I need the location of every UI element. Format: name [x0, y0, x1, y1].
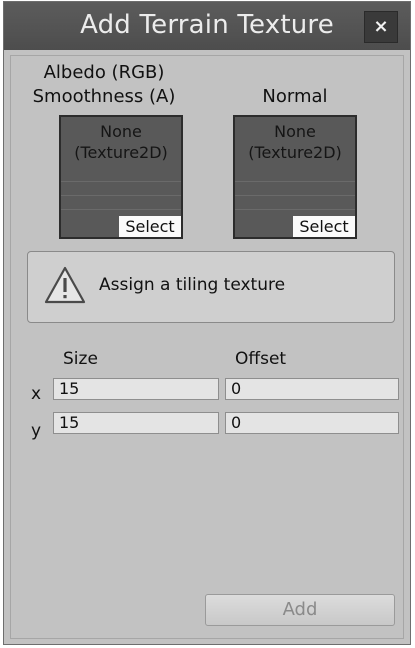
help-box: Assign a tiling texture: [27, 251, 395, 323]
albedo-label: Albedo (RGB) Smoothness (A): [29, 61, 179, 109]
normal-label: Normal: [262, 86, 328, 107]
title-bar[interactable]: Add Terrain Texture ×: [4, 2, 410, 50]
slot-shade-line: [61, 209, 181, 210]
slot-shade-line: [235, 209, 355, 210]
slot-shade-line: [61, 181, 181, 182]
albedo-texture-value: None (Texture2D): [61, 121, 181, 163]
add-terrain-texture-window: Add Terrain Texture × Albedo (RGB) Smoot…: [3, 1, 411, 645]
dialog-content: Albedo (RGB) Smoothness (A) Normal None …: [10, 55, 404, 639]
normal-value-line2: (Texture2D): [248, 143, 342, 162]
size-header: Size: [63, 349, 98, 369]
slot-shade-line: [61, 195, 181, 196]
albedo-label-line1: Albedo (RGB): [43, 62, 165, 83]
slot-shade-line: [235, 181, 355, 182]
normal-value-line1: None: [274, 122, 316, 141]
window-title: Add Terrain Texture: [80, 10, 334, 40]
normal-texture-value: None (Texture2D): [235, 121, 355, 163]
warning-icon: [44, 266, 86, 304]
close-icon: ×: [373, 16, 389, 37]
x-row-label: x: [31, 384, 42, 404]
y-row-label: y: [31, 421, 42, 441]
offset-x-field[interactable]: 0: [225, 378, 399, 400]
albedo-label-line2: Smoothness (A): [32, 86, 176, 107]
help-message: Assign a tiling texture: [99, 275, 286, 295]
size-y-field[interactable]: 15: [53, 412, 219, 434]
albedo-texture-slot[interactable]: None (Texture2D) Select: [59, 115, 183, 239]
close-button[interactable]: ×: [364, 11, 398, 43]
add-button[interactable]: Add: [205, 594, 395, 626]
albedo-value-line2: (Texture2D): [74, 143, 168, 162]
albedo-value-line1: None: [100, 122, 142, 141]
size-x-field[interactable]: 15: [53, 378, 219, 400]
slot-shade-line: [235, 195, 355, 196]
offset-header: Offset: [235, 349, 287, 369]
normal-select-button[interactable]: Select: [293, 216, 355, 237]
albedo-select-button[interactable]: Select: [119, 216, 181, 237]
offset-y-field[interactable]: 0: [225, 412, 399, 434]
normal-texture-slot[interactable]: None (Texture2D) Select: [233, 115, 357, 239]
